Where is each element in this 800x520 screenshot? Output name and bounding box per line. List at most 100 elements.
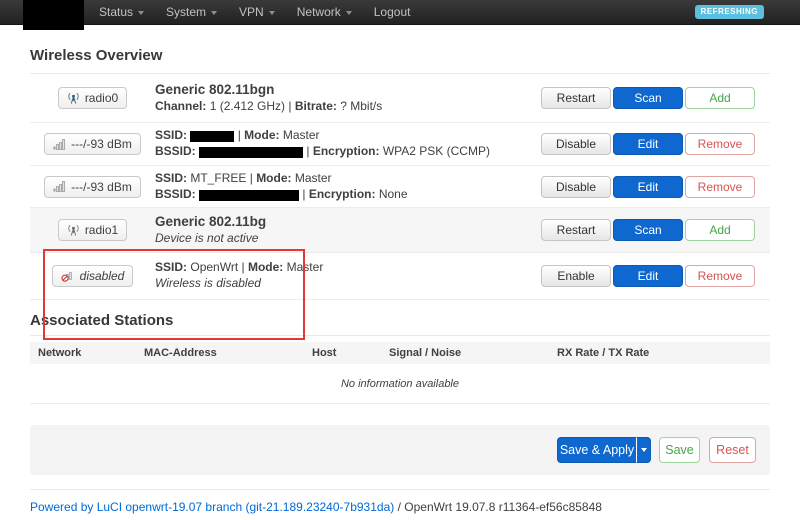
ssid-value: OpenWrt	[190, 260, 238, 274]
stations-empty-message: No information available	[30, 364, 770, 404]
nav-item-label: VPN	[239, 5, 264, 19]
badge-label: ---/-93 dBm	[71, 180, 132, 194]
nav-item-status[interactable]: Status	[88, 0, 155, 25]
bssid-line: BSSID: | Encryption: WPA2 PSK (CCMP)	[155, 144, 550, 160]
nav-item-label: System	[166, 5, 206, 19]
separator: |	[238, 128, 241, 142]
add-button[interactable]: Add	[685, 87, 755, 109]
scan-button[interactable]: Scan	[613, 219, 683, 241]
page-actions-bar: Save & Apply Save Reset	[30, 425, 770, 475]
nav-item-vpn[interactable]: VPN	[228, 0, 286, 25]
add-button[interactable]: Add	[685, 219, 755, 241]
encryption-value: WPA2 PSK (CCMP)	[383, 144, 490, 158]
actions-cell: Enable Edit Remove	[550, 265, 770, 287]
ssid-label: SSID:	[155, 128, 187, 142]
column-header-network: Network	[30, 347, 144, 359]
bssid-line: BSSID: | Encryption: None	[155, 187, 550, 203]
badge-cell: ---/-93 dBm	[30, 176, 155, 198]
restart-button[interactable]: Restart	[541, 87, 611, 109]
associated-stations-title: Associated Stations	[30, 312, 770, 336]
signal-disabled-icon	[61, 270, 75, 282]
column-header-host: Host	[312, 347, 389, 359]
device-title: Generic 802.11bgn	[155, 82, 550, 99]
caret-down-icon	[346, 11, 352, 15]
badge-cell: ---/-93 dBm	[30, 133, 155, 155]
actions-cell: Disable Edit Remove	[550, 176, 770, 198]
ssid-line: SSID: | Mode: Master	[155, 128, 550, 144]
disabled-signal-badge: disabled	[52, 265, 134, 287]
bssid-label: BSSID:	[155, 187, 196, 201]
device-info: Generic 802.11bg Device is not active	[155, 214, 550, 246]
mode-value: Master	[283, 128, 320, 142]
page-footer: Powered by LuCI openwrt-19.07 branch (gi…	[30, 500, 770, 514]
ssid-line: SSID: OpenWrt | Mode: Master	[155, 260, 550, 276]
save-button[interactable]: Save	[659, 437, 700, 463]
device-title: Generic 802.11bg	[155, 214, 550, 231]
redacted-ssid	[190, 131, 234, 142]
nav-menu: Status System VPN Network Logout	[88, 0, 421, 25]
luci-branch-link[interactable]: Powered by LuCI openwrt-19.07 branch (gi…	[30, 500, 394, 514]
device-details: Channel: 1 (2.412 GHz) | Bitrate: ? Mbit…	[155, 99, 550, 115]
redacted-bssid	[199, 190, 299, 201]
radio-badge: radio1	[58, 219, 127, 241]
nav-item-label: Logout	[374, 5, 411, 19]
network-info: SSID: | Mode: Master BSSID: | Encryption…	[155, 128, 550, 159]
scan-button[interactable]: Scan	[613, 87, 683, 109]
divider	[30, 489, 770, 490]
remove-button[interactable]: Remove	[685, 133, 755, 155]
radio-badge: radio0	[58, 87, 127, 109]
caret-down-icon	[269, 11, 275, 15]
column-header-mac-address: MAC-Address	[144, 347, 312, 359]
network-info: SSID: MT_FREE | Mode: Master BSSID: | En…	[155, 171, 550, 202]
edit-button[interactable]: Edit	[613, 265, 683, 287]
wireless-overview-title: Wireless Overview	[30, 47, 770, 74]
column-header-rx-tx-rate: RX Rate / TX Rate	[557, 347, 770, 359]
device-info: Generic 802.11bgn Channel: 1 (2.412 GHz)…	[155, 82, 550, 114]
badge-cell: radio0	[30, 87, 155, 109]
nav-item-network[interactable]: Network	[286, 0, 363, 25]
redacted-hostname	[23, 0, 84, 30]
redacted-bssid	[199, 147, 303, 158]
refreshing-indicator[interactable]: REFRESHING	[695, 5, 764, 19]
edit-button[interactable]: Edit	[613, 176, 683, 198]
wireless-network-row: ---/-93 dBm SSID: | Mode: Master BSSID: …	[30, 123, 770, 166]
remove-button[interactable]: Remove	[685, 176, 755, 198]
encryption-label: Encryption:	[313, 144, 380, 158]
mode-value: Master	[287, 260, 324, 274]
remove-button[interactable]: Remove	[685, 265, 755, 287]
network-status: Wireless is disabled	[155, 276, 550, 292]
channel-value: 1 (2.412 GHz)	[210, 99, 285, 113]
encryption-value: None	[379, 187, 408, 201]
reset-button[interactable]: Reset	[709, 437, 756, 463]
save-apply-button[interactable]: Save & Apply	[557, 437, 637, 463]
separator: |	[242, 260, 245, 274]
ssid-label: SSID:	[155, 171, 187, 185]
bssid-label: BSSID:	[155, 144, 196, 158]
device-status: Device is not active	[155, 231, 550, 247]
badge-cell: disabled	[30, 265, 155, 287]
caret-down-icon	[211, 11, 217, 15]
mode-label: Mode:	[256, 171, 291, 185]
restart-button[interactable]: Restart	[541, 219, 611, 241]
wireless-network-row-mtfree: ---/-93 dBm SSID: MT_FREE | Mode: Master…	[30, 166, 770, 208]
bitrate-label: Bitrate:	[295, 99, 337, 113]
column-header-signal-noise: Signal / Noise	[389, 347, 557, 359]
edit-button[interactable]: Edit	[613, 133, 683, 155]
disable-button[interactable]: Disable	[541, 133, 611, 155]
ssid-value: MT_FREE	[190, 171, 246, 185]
network-info: SSID: OpenWrt | Mode: Master Wireless is…	[155, 260, 550, 291]
mode-value: Master	[295, 171, 332, 185]
nav-item-system[interactable]: System	[155, 0, 228, 25]
bitrate-value: ? Mbit/s	[340, 99, 382, 113]
nav-item-label: Status	[99, 5, 133, 19]
separator: |	[250, 171, 253, 185]
channel-label: Channel:	[155, 99, 206, 113]
save-apply-dropdown-button[interactable]	[637, 437, 651, 463]
enable-button[interactable]: Enable	[541, 265, 611, 287]
actions-cell: Restart Scan Add	[550, 87, 770, 109]
nav-item-logout[interactable]: Logout	[363, 0, 422, 25]
wireless-network-row-disabled: disabled SSID: OpenWrt | Mode: Master Wi…	[30, 253, 770, 300]
disable-button[interactable]: Disable	[541, 176, 611, 198]
stations-table-header: Network MAC-Address Host Signal / Noise …	[30, 342, 770, 364]
actions-cell: Restart Scan Add	[550, 219, 770, 241]
